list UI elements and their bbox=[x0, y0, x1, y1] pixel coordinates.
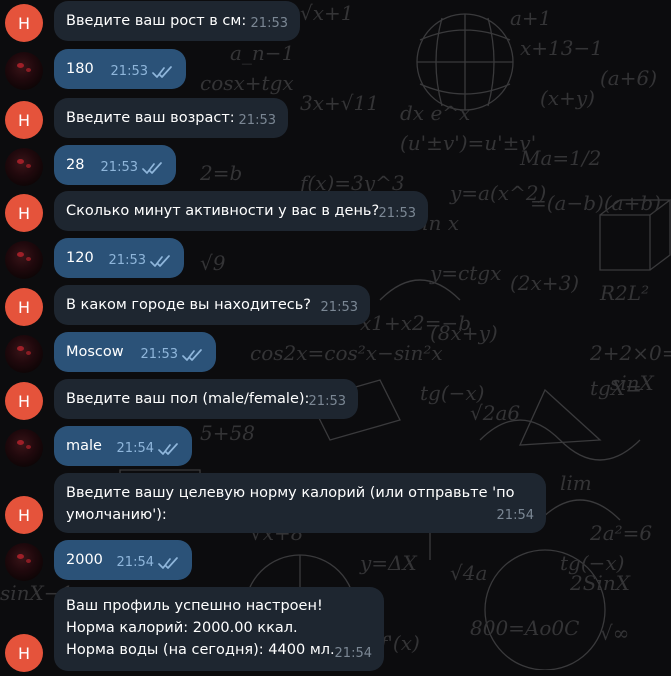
message-meta: 21:53 bbox=[109, 250, 172, 272]
message-time: 21:53 bbox=[108, 253, 146, 268]
message-meta: 21:53 bbox=[141, 344, 204, 366]
message-list: H Введите ваш рост в см: 21:53 180 21:53 H Вве… bbox=[0, 0, 671, 672]
incoming-message-bubble[interactable]: Введите ваш пол (male/female): 21:53 bbox=[54, 379, 358, 419]
message-time: 21:53 bbox=[140, 347, 178, 362]
message-meta: 21:53 bbox=[379, 203, 416, 225]
message-time: 21:54 bbox=[116, 441, 154, 456]
outgoing-message-bubble[interactable]: Moscow 21:53 bbox=[54, 332, 216, 372]
user-avatar[interactable] bbox=[5, 241, 43, 279]
message-meta: 21:53 bbox=[251, 13, 288, 35]
bot-avatar[interactable]: H bbox=[5, 194, 43, 232]
incoming-message-bubble[interactable]: Сколько минут активности у вас в день? 21… bbox=[54, 191, 428, 231]
incoming-message-bubble[interactable]: Введите ваш возраст: 21:53 bbox=[54, 98, 288, 138]
bot-avatar[interactable]: H bbox=[5, 496, 43, 534]
message-time: 21:54 bbox=[496, 508, 534, 523]
outgoing-message-bubble[interactable]: 28 21:53 bbox=[54, 145, 176, 185]
message-time: 21:54 bbox=[334, 646, 372, 661]
message-meta: 21:53 bbox=[321, 297, 358, 319]
double-check-icon bbox=[158, 443, 178, 455]
user-avatar[interactable] bbox=[5, 543, 43, 581]
message-time: 21:53 bbox=[100, 160, 138, 175]
message-time: 21:53 bbox=[308, 394, 346, 409]
message-meta: 21:53 bbox=[101, 157, 164, 179]
message-meta: 21:54 bbox=[117, 438, 180, 460]
message-time: 21:53 bbox=[110, 64, 148, 79]
user-avatar[interactable] bbox=[5, 429, 43, 467]
outgoing-message-bubble[interactable]: 2000 21:54 bbox=[54, 540, 192, 580]
message-meta: 21:54 bbox=[117, 552, 180, 574]
message-text: Сколько минут активности у вас в день? bbox=[66, 203, 380, 219]
message-meta: 21:53 bbox=[111, 61, 174, 83]
double-check-icon bbox=[150, 255, 170, 267]
bot-avatar[interactable]: H bbox=[5, 382, 43, 420]
message-time: 21:53 bbox=[238, 113, 276, 128]
user-avatar[interactable] bbox=[5, 335, 43, 373]
outgoing-message-bubble[interactable]: 180 21:53 bbox=[54, 49, 186, 89]
message-meta: 21:53 bbox=[239, 110, 276, 132]
double-check-icon bbox=[152, 66, 172, 78]
message-meta: 21:53 bbox=[309, 391, 346, 413]
bot-avatar[interactable]: H bbox=[5, 101, 43, 139]
message-text: Введите вашу целевую норму калорий (или … bbox=[66, 485, 520, 523]
incoming-message-bubble[interactable]: Ваш профиль успешно настроен! Норма кало… bbox=[54, 587, 384, 671]
double-check-icon bbox=[142, 162, 162, 174]
incoming-message-bubble[interactable]: Введите ваш рост в см: 21:53 bbox=[54, 1, 300, 41]
incoming-message-bubble[interactable]: В каком городе вы находитесь? 21:53 bbox=[54, 285, 370, 325]
double-check-icon bbox=[182, 349, 202, 361]
outgoing-message-bubble[interactable]: male 21:54 bbox=[54, 426, 192, 466]
outgoing-message-bubble[interactable]: 120 21:53 bbox=[54, 238, 184, 278]
user-avatar[interactable] bbox=[5, 148, 43, 186]
message-time: 21:54 bbox=[116, 555, 154, 570]
bot-avatar[interactable]: H bbox=[5, 4, 43, 42]
message-meta: 21:54 bbox=[497, 505, 534, 527]
user-avatar[interactable] bbox=[5, 52, 43, 90]
double-check-icon bbox=[158, 557, 178, 569]
message-time: 21:53 bbox=[378, 206, 416, 221]
bot-avatar[interactable]: H bbox=[5, 288, 43, 326]
bot-avatar[interactable]: H bbox=[5, 634, 43, 672]
message-time: 21:53 bbox=[320, 300, 358, 315]
message-meta: 21:54 bbox=[335, 643, 372, 665]
message-time: 21:53 bbox=[250, 16, 288, 31]
incoming-message-bubble[interactable]: Введите вашу целевую норму калорий (или … bbox=[54, 473, 546, 533]
